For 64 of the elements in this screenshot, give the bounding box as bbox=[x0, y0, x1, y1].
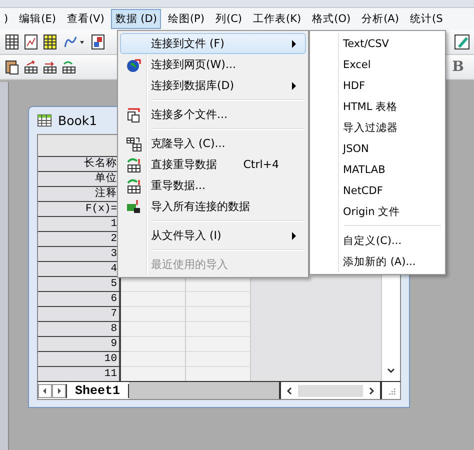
menu-item[interactable]: Excel bbox=[312, 54, 443, 75]
worksheet-icon bbox=[37, 113, 52, 128]
menu-item[interactable]: NetCDF bbox=[312, 180, 443, 201]
menu-item[interactable]: 从文件导入 (I) bbox=[120, 225, 306, 246]
menu-item[interactable]: JSON bbox=[312, 138, 443, 159]
menu-bar-item[interactable]: ) bbox=[0, 10, 12, 28]
row-header[interactable]: 7 bbox=[38, 307, 121, 322]
menu-item[interactable]: 导入过滤器 bbox=[312, 117, 443, 138]
menu-item[interactable]: 直接重导数据 Ctrl+4 bbox=[120, 154, 306, 175]
previous-sheet-icon[interactable] bbox=[38, 384, 52, 398]
menu-item[interactable]: 添加新的 (A)... bbox=[312, 251, 443, 272]
menu-item[interactable]: 重导数据... bbox=[120, 175, 306, 196]
bold-button[interactable]: B bbox=[446, 59, 470, 75]
table-cell[interactable] bbox=[121, 322, 186, 337]
menu-bar-item[interactable]: 工作表(K) bbox=[249, 9, 306, 29]
table-cell[interactable] bbox=[121, 367, 186, 381]
graph-icon[interactable] bbox=[23, 34, 39, 50]
menu-item[interactable]: 导入所有连接的数据 bbox=[120, 196, 306, 217]
menu-bar-item[interactable]: 数据 (D) bbox=[111, 9, 161, 29]
menu-item[interactable]: HDF bbox=[312, 75, 443, 96]
import-icon[interactable] bbox=[23, 59, 39, 75]
pen-icon[interactable] bbox=[454, 34, 470, 50]
table-cell[interactable] bbox=[121, 292, 186, 307]
table-cell[interactable] bbox=[186, 322, 251, 337]
table-cell[interactable] bbox=[121, 352, 186, 367]
table-cell[interactable] bbox=[186, 277, 251, 292]
table-cell[interactable] bbox=[186, 337, 251, 352]
table-cell[interactable] bbox=[121, 307, 186, 322]
menu-item[interactable]: MATLAB bbox=[312, 159, 443, 180]
table-cell[interactable] bbox=[121, 337, 186, 352]
menu-bar-item[interactable]: 绘图(P) bbox=[164, 9, 208, 29]
paste-icon[interactable] bbox=[4, 59, 20, 75]
row-header[interactable]: 6 bbox=[38, 292, 121, 307]
row-header[interactable]: 10 bbox=[38, 352, 121, 367]
window-title: Book1 bbox=[58, 113, 98, 128]
menu-item[interactable]: 连接到数据库(D) bbox=[120, 75, 306, 96]
menu-item[interactable]: 克隆导入 (C)... bbox=[120, 133, 306, 154]
layout-icon[interactable] bbox=[90, 34, 106, 50]
menu-item[interactable]: 连接到网页(W)... bbox=[120, 54, 306, 75]
matrix-icon[interactable] bbox=[42, 34, 58, 50]
menu-item[interactable]: 连接到文件 (F) bbox=[120, 33, 306, 54]
menu-bar-item[interactable]: 格式(O) bbox=[308, 9, 355, 29]
table-cell[interactable] bbox=[121, 277, 186, 292]
menu-item[interactable]: 连接多个文件... bbox=[120, 104, 306, 125]
reimport-icon[interactable] bbox=[61, 59, 77, 75]
menu-item[interactable]: HTML 表格 bbox=[312, 96, 443, 117]
import-icon[interactable] bbox=[42, 59, 58, 75]
menu-bar-item[interactable]: 查看(V) bbox=[62, 9, 108, 29]
menu-bar-item[interactable]: 统计(S bbox=[406, 9, 447, 29]
menu-bar-item[interactable]: 分析(A) bbox=[358, 9, 403, 29]
table-cell[interactable] bbox=[186, 307, 251, 322]
row-header[interactable]: 5 bbox=[38, 277, 121, 292]
row-header[interactable]: 8 bbox=[38, 322, 121, 337]
menu-bar-item[interactable]: 列(C) bbox=[211, 9, 246, 29]
menu-item[interactable]: 自定义(C)... bbox=[312, 230, 443, 251]
worksheet-icon[interactable] bbox=[4, 34, 20, 50]
table-cell[interactable] bbox=[186, 352, 251, 367]
next-sheet-icon[interactable] bbox=[52, 384, 66, 398]
menu-item[interactable]: Origin 文件 bbox=[312, 201, 443, 222]
row-header[interactable]: 9 bbox=[38, 337, 121, 352]
table-cell[interactable] bbox=[186, 367, 251, 381]
table-cell[interactable] bbox=[186, 292, 251, 307]
menu-item[interactable]: Text/CSV bbox=[312, 33, 443, 54]
menu-bar-item[interactable]: 编辑(E) bbox=[15, 9, 60, 29]
